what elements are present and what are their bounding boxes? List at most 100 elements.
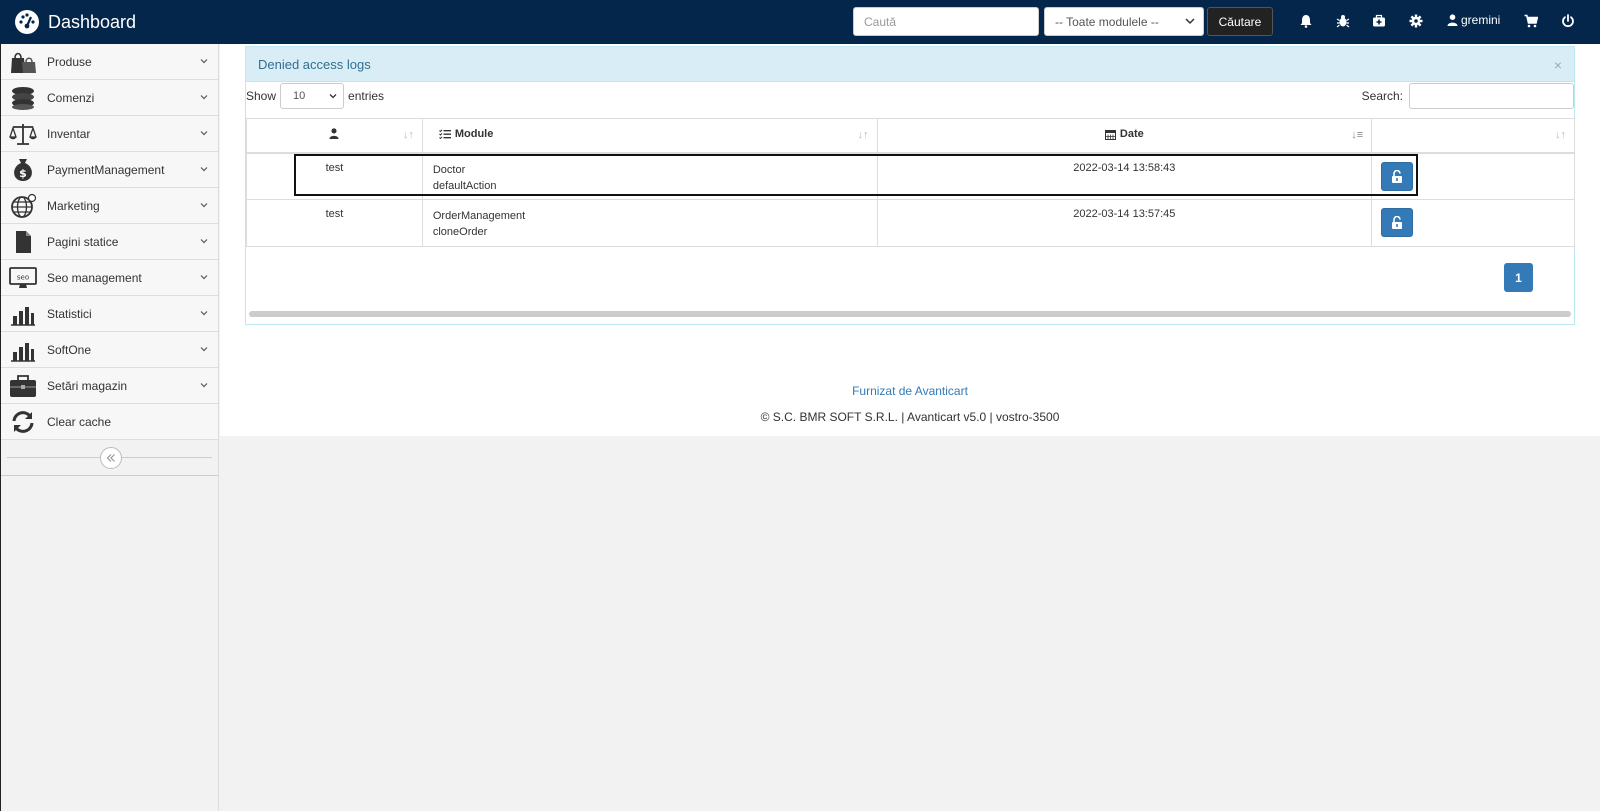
- footer-link[interactable]: Furnizat de Avanticart: [220, 384, 1600, 398]
- column-header-date[interactable]: Date ↓≡: [876, 118, 1373, 154]
- column-header-actions[interactable]: ↓↑: [1371, 118, 1575, 154]
- chevron-down-icon: [200, 239, 208, 244]
- sort-icon: ↓↑: [1555, 129, 1566, 141]
- power-icon[interactable]: [1561, 14, 1575, 28]
- chevron-down-icon: [200, 131, 208, 136]
- module-select-value: -- Toate modulele --: [1055, 14, 1159, 29]
- bar-chart-icon: [9, 337, 37, 363]
- sidebar-item-marketing[interactable]: Marketing: [1, 188, 218, 224]
- chevron-down-icon: [200, 383, 208, 388]
- svg-text:seo: seo: [17, 273, 29, 281]
- show-label: Show: [246, 89, 277, 103]
- briefcase-icon: [9, 373, 37, 399]
- sidebar-item-inventar[interactable]: Inventar: [1, 116, 218, 152]
- sidebar-item-label: SoftOne: [47, 342, 92, 357]
- entries-length-control: Show 10 entries: [246, 83, 384, 109]
- cell-user: test: [246, 199, 423, 247]
- username: gremini: [1461, 13, 1501, 27]
- panel-title: Denied access logs: [258, 57, 371, 72]
- sidebar: Produse Comenzi Inventar $ PaymentManage…: [0, 44, 219, 811]
- panel-heading: Denied access logs ×: [246, 47, 1574, 82]
- pagination-page-button[interactable]: 1: [1504, 263, 1533, 292]
- sidebar-collapse-bar: [1, 440, 218, 476]
- sidebar-item-clear-cache[interactable]: Clear cache: [1, 404, 218, 440]
- table-row: test OrderManagement cloneOrder 2022-03-…: [246, 199, 1575, 247]
- unlock-button[interactable]: [1381, 208, 1414, 237]
- chevron-down-icon: [200, 59, 208, 64]
- gear-icon[interactable]: [1409, 14, 1423, 28]
- scale-icon: [9, 121, 37, 147]
- cell-module: Doctor defaultAction: [421, 152, 878, 200]
- chevron-down-icon: [1185, 18, 1195, 25]
- sidebar-item-label: Statistici: [47, 306, 92, 321]
- module-name: Doctor: [432, 163, 466, 176]
- table-search-input[interactable]: [1409, 83, 1574, 109]
- unlock-icon: [1392, 169, 1403, 183]
- brand-link[interactable]: Dashboard: [14, 8, 136, 36]
- table-search-label: Search:: [1361, 89, 1403, 103]
- user-menu-link[interactable]: gremini: [1447, 13, 1500, 27]
- sidebar-item-pagini-statice[interactable]: Pagini statice: [1, 224, 218, 260]
- sidebar-item-label: Clear cache: [47, 414, 112, 429]
- sidebar-collapse-button[interactable]: [100, 447, 122, 469]
- sidebar-item-paymentmanagement[interactable]: $ PaymentManagement: [1, 152, 218, 188]
- dashboard-gauge-icon: [14, 9, 40, 35]
- bug-icon[interactable]: [1336, 14, 1350, 28]
- chevron-down-icon: [200, 95, 208, 100]
- money-bag-icon: $: [9, 157, 37, 183]
- global-search-input[interactable]: [853, 7, 1039, 36]
- sidebar-item-label: Comenzi: [47, 90, 95, 105]
- globe-icon: [9, 193, 37, 219]
- sidebar-item-label: Setări magazin: [47, 378, 128, 393]
- calendar-icon: [1104, 129, 1116, 140]
- horizontal-scrollbar[interactable]: [249, 311, 1571, 317]
- chevron-down-icon: [200, 311, 208, 316]
- sort-icon: ↓↑: [402, 129, 414, 141]
- app-title: Dashboard: [48, 11, 137, 32]
- sidebar-menu: Produse Comenzi Inventar $ PaymentManage…: [1, 44, 218, 440]
- unlock-button[interactable]: [1381, 161, 1414, 191]
- module-action: defaultAction: [432, 179, 497, 192]
- sidebar-item-comenzi[interactable]: Comenzi: [1, 80, 218, 116]
- sidebar-item-seo-management[interactable]: seo Seo management: [1, 260, 218, 296]
- entries-length-value: 10: [293, 90, 306, 102]
- sort-icon: ↓↑: [857, 129, 869, 141]
- sidebar-item-label: Pagini statice: [47, 234, 119, 249]
- medkit-icon[interactable]: [1372, 14, 1386, 28]
- svg-text:$: $: [19, 167, 27, 180]
- sidebar-item-label: Seo management: [47, 270, 142, 285]
- entries-length-select[interactable]: 10: [280, 83, 345, 109]
- module-select[interactable]: -- Toate modulele --: [1044, 7, 1204, 36]
- search-button[interactable]: Căutare: [1207, 7, 1273, 36]
- table-row: test Doctor defaultAction 2022-03-14 13:…: [246, 152, 1575, 200]
- table-header-row: ↓↑ Module ↓↑ Date ↓≡ ↓↑: [246, 118, 1575, 154]
- bell-icon[interactable]: [1299, 14, 1313, 28]
- user-icon: [1447, 14, 1458, 26]
- column-header-module-label: Module: [454, 128, 494, 141]
- sidebar-item-label: Marketing: [47, 198, 100, 213]
- unlock-icon: [1392, 216, 1403, 229]
- chevron-down-icon: [200, 275, 208, 280]
- cell-date: 2022-03-14 13:57:45: [876, 199, 1373, 247]
- close-icon[interactable]: ×: [1554, 57, 1562, 73]
- table-search-control: Search:: [1362, 83, 1574, 109]
- shopping-bags-icon: [9, 49, 37, 75]
- cell-actions: [1371, 199, 1575, 247]
- file-icon: [9, 229, 37, 255]
- cart-icon[interactable]: [1524, 14, 1538, 28]
- column-header-user[interactable]: ↓↑: [246, 118, 423, 154]
- sidebar-item-produse[interactable]: Produse: [1, 44, 218, 80]
- chevron-down-icon: [200, 167, 208, 172]
- cell-actions: [1371, 152, 1575, 200]
- sidebar-item-setari-magazin[interactable]: Setări magazin: [1, 368, 218, 404]
- cell-user: test: [246, 152, 423, 200]
- denied-access-logs-panel: Denied access logs × Show 10 entries Sea…: [245, 46, 1575, 325]
- cell-date: 2022-03-14 13:58:43: [876, 152, 1373, 200]
- chevron-down-icon: [200, 347, 208, 352]
- column-header-module[interactable]: Module ↓↑: [421, 118, 878, 154]
- sidebar-item-statistici[interactable]: Statistici: [1, 296, 218, 332]
- refresh-icon: [9, 409, 37, 435]
- footer-copyright: © S.C. BMR SOFT S.R.L. | Avanticart v5.0…: [760, 410, 1060, 424]
- sidebar-item-softone[interactable]: SoftOne: [1, 332, 218, 368]
- entries-label: entries: [348, 89, 385, 103]
